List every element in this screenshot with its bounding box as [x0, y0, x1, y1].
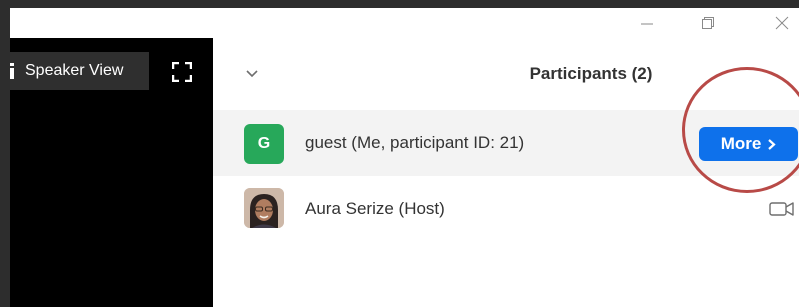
minimize-button[interactable] [627, 8, 667, 38]
more-button-label: More [720, 134, 762, 153]
participants-header: Participants (2) [213, 38, 799, 110]
host-photo-avatar [244, 188, 284, 228]
more-button[interactable]: More [699, 127, 798, 161]
video-area: Speaker View [10, 38, 213, 307]
participant-row[interactable]: G guest (Me, participant ID: 21) More [213, 110, 799, 176]
participants-panel: Participants (2) G guest (Me, participan… [213, 38, 799, 307]
restore-icon [702, 17, 714, 29]
speaker-view-button[interactable]: Speaker View [10, 52, 149, 90]
fullscreen-icon[interactable] [172, 62, 192, 82]
video-camera-icon[interactable] [769, 200, 795, 218]
close-icon [775, 16, 789, 30]
participant-name: guest (Me, participant ID: 21) [305, 133, 525, 152]
participant-name: Aura Serize (Host) [305, 199, 445, 218]
speaker-view-label: Speaker View [25, 62, 124, 79]
view-grid-icon [10, 63, 15, 79]
window-title-bar [10, 8, 799, 38]
avatar: G [244, 124, 284, 164]
minimize-icon [641, 23, 653, 25]
chevron-right-icon [768, 138, 776, 150]
participants-title: Participants (2) [529, 64, 653, 83]
close-button[interactable] [762, 8, 799, 38]
avatar [244, 188, 284, 228]
participant-row[interactable]: Aura Serize (Host) [213, 176, 799, 242]
restore-button[interactable] [688, 8, 728, 38]
